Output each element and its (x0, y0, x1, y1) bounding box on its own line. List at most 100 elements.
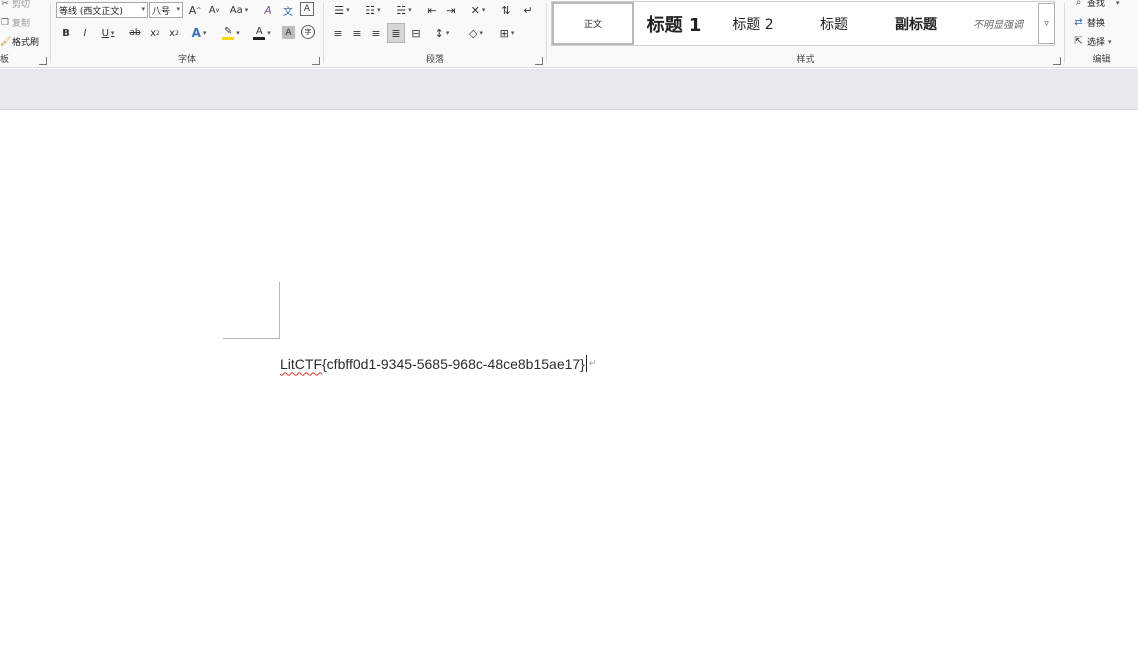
copy-label: 复制 (12, 19, 31, 29)
italic-button[interactable]: I (78, 24, 92, 42)
font-name-combo[interactable]: 等线 (西文正文) ▾ (56, 2, 148, 18)
format-painter-label: 格式刷 (12, 38, 40, 48)
copy-button[interactable]: ❐ 复制 (0, 16, 31, 30)
increase-indent-button[interactable]: ⇥ (443, 1, 459, 19)
superscript-button[interactable]: x2 (167, 24, 181, 42)
font-color-button[interactable]: A (249, 24, 275, 42)
text-effects-button[interactable]: A (187, 24, 211, 42)
brush-icon: 🖌 (0, 36, 12, 47)
char-border-icon: A (303, 4, 311, 14)
numbered-list-icon: ☷ (365, 3, 376, 17)
subscript-button[interactable]: x2 (148, 24, 162, 42)
sort-button[interactable]: ⇅ (498, 1, 514, 19)
format-painter-button[interactable]: 🖌 格式刷 (0, 35, 40, 49)
align-left-button[interactable]: ≡ (330, 24, 346, 42)
font-launcher-icon[interactable] (312, 57, 320, 65)
ruler-band (0, 69, 1138, 110)
underline-button[interactable]: U (96, 24, 120, 42)
styles-group: 样式 (547, 0, 1064, 68)
phonetic-guide-icon: 文 (283, 6, 293, 18)
strikethrough-icon: ab (129, 28, 141, 38)
margin-corner-vertical (279, 282, 280, 338)
clear-format-icon: A (264, 3, 272, 17)
bold-button[interactable]: B (59, 24, 73, 42)
clipboard-launcher-icon[interactable] (39, 57, 47, 65)
shrink-font-icon: A (208, 4, 216, 16)
decrease-indent-button[interactable]: ⇤ (424, 1, 440, 19)
font-group: 等线 (西文正文) ▾ 八号 ▾ A^ Av Aa A 文 A B I U ab… (51, 0, 323, 68)
enclose-char-icon: 字 (304, 28, 312, 36)
styles-group-label: 样式 (796, 55, 815, 65)
char-shading-icon: A (285, 27, 292, 38)
highlight-button[interactable]: ✎ (218, 24, 244, 42)
highlight-color-bar (222, 36, 235, 40)
phonetic-guide-button[interactable]: 文 (280, 1, 296, 19)
bullets-button[interactable]: ☰ (329, 1, 355, 19)
font-color-icon: A (253, 25, 266, 40)
italic-icon: I (83, 27, 87, 39)
highlighter-glyph: ✎ (224, 25, 233, 37)
sort-icon: ⇅ (501, 3, 511, 17)
borders-icon: ⊞ (499, 26, 509, 40)
change-case-icon: Aa (229, 4, 243, 16)
change-case-button[interactable]: Aa (226, 1, 252, 19)
text-effects-icon: A (191, 26, 201, 40)
copy-icon: ❐ (0, 17, 10, 28)
underline-icon: U (101, 27, 109, 39)
shrink-font-button[interactable]: Av (206, 1, 222, 19)
chinese-layout-icon: ✕ (470, 3, 480, 17)
document-text-line[interactable]: LitCTF {cfbff0d1-9345-5685-968c-48ce8b15a… (280, 355, 596, 372)
document-page[interactable] (0, 110, 1138, 657)
paint-bucket-icon: ◇ (469, 26, 478, 40)
line-spacing-button[interactable]: ↕ (429, 24, 455, 42)
styles-launcher-icon[interactable] (1053, 57, 1061, 65)
flag-text: {cfbff0d1-9345-5685-968c-48ce8b15ae17} (322, 355, 585, 372)
distributed-icon: ⊟ (411, 26, 421, 40)
numbering-button[interactable]: ☷ (360, 1, 386, 19)
font-color-bar (253, 36, 266, 40)
justify-button[interactable]: ≣ (387, 23, 405, 43)
char-border-button[interactable]: A (300, 2, 314, 16)
editing-group-label: 编辑 (1092, 55, 1111, 65)
text-cursor (585, 355, 587, 372)
clipboard-group: ✂ 剪切 ❐ 复制 🖌 格式刷 板 (0, 0, 50, 68)
misspelled-word: LitCTF (280, 355, 322, 372)
chevron-down-icon: ▾ (141, 5, 145, 13)
borders-button[interactable]: ⊞ (494, 24, 520, 42)
justify-icon: ≣ (391, 26, 401, 40)
clear-format-button[interactable]: A (260, 1, 276, 19)
align-right-button[interactable]: ≡ (368, 24, 384, 42)
multilevel-list-button[interactable]: ☵ (391, 1, 417, 19)
paragraph-group-label: 段落 (425, 55, 444, 65)
grow-font-button[interactable]: A ^ (187, 1, 203, 19)
cut-label: 剪切 (12, 0, 31, 10)
ribbon: ✂ 剪切 ❐ 复制 🖌 格式刷 板 等线 (西文正文) ▾ 八号 ▾ A ^ Av… (0, 0, 1138, 68)
font-size-combo[interactable]: 八号 ▾ (149, 2, 183, 18)
strikethrough-button[interactable]: ab (127, 24, 143, 42)
paragraph-mark-icon: ↵ (588, 358, 597, 368)
increase-indent-icon: ⇥ (446, 3, 456, 17)
line-spacing-icon: ↕ (434, 26, 444, 40)
font-name-value: 等线 (西文正文) (59, 6, 123, 17)
font-size-value: 八号 (152, 6, 171, 17)
editing-group: 编辑 (1065, 0, 1138, 68)
paragraph-launcher-icon[interactable] (535, 57, 543, 65)
cut-button[interactable]: ✂ 剪切 (0, 0, 30, 10)
paragraph-mark-icon: ↵ (523, 3, 533, 17)
enclose-char-button[interactable]: 字 (301, 25, 315, 39)
distributed-button[interactable]: ⊟ (408, 24, 424, 42)
font-color-glyph: A (255, 25, 263, 37)
bullet-list-icon: ☰ (334, 3, 345, 17)
shading-button[interactable]: ◇ (463, 24, 489, 42)
align-center-button[interactable]: ≡ (349, 24, 365, 42)
font-group-label: 字体 (177, 55, 196, 65)
highlighter-icon: ✎ (222, 25, 235, 40)
show-marks-button[interactable]: ↵ (520, 1, 536, 19)
char-shading-button[interactable]: A (282, 26, 295, 39)
scissors-icon: ✂ (1, 0, 9, 9)
paragraph-group: ☰ ☷ ☵ ⇤ ⇥ ✕ ⇅ ↵ ≡ ≡ ≡ ≣ ⊟ ↕ ◇ ⊞ 段落 (324, 0, 546, 68)
chinese-layout-button[interactable]: ✕ (465, 1, 491, 19)
align-right-icon: ≡ (371, 26, 381, 40)
chevron-down-icon: ▾ (176, 5, 180, 13)
multilevel-list-icon: ☵ (396, 3, 407, 17)
